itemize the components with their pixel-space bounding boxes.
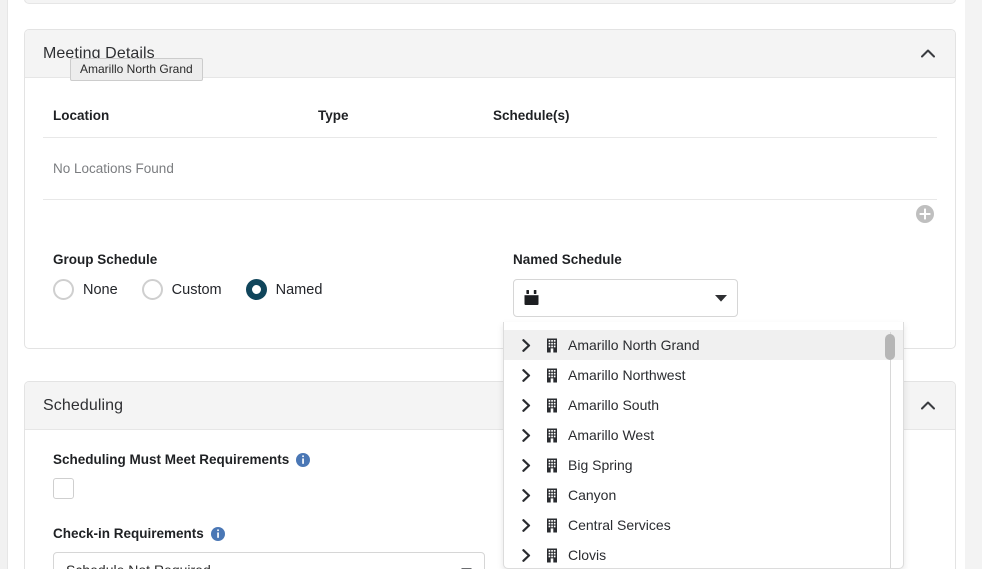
must-meet-requirements-checkbox[interactable] bbox=[53, 478, 74, 499]
dropdown-item-label: Amarillo Northwest bbox=[564, 367, 685, 383]
building-icon bbox=[540, 368, 564, 383]
radio-label-none: None bbox=[83, 282, 118, 298]
building-icon bbox=[540, 488, 564, 503]
radio-dot-named[interactable] bbox=[246, 279, 267, 300]
schedule-fields-row: Group Schedule None Custom Named bbox=[43, 252, 937, 317]
card-above-partial bbox=[24, 0, 956, 4]
caret-down-icon[interactable] bbox=[715, 294, 727, 302]
dropdown-item[interactable]: Big Spring bbox=[504, 450, 903, 480]
locations-empty-row: No Locations Found bbox=[43, 138, 937, 200]
dropdown-item-label: Canyon bbox=[564, 487, 616, 503]
chevron-right-icon[interactable] bbox=[522, 339, 540, 352]
building-icon bbox=[540, 398, 564, 413]
column-header-type: Type bbox=[318, 108, 493, 123]
dropdown-scrollbar-track[interactable] bbox=[890, 332, 891, 569]
meeting-details-body: Location Type Schedule(s) No Locations F… bbox=[25, 100, 955, 317]
dropdown-item[interactable]: Canyon bbox=[504, 480, 903, 510]
dropdown-item-label: Central Services bbox=[564, 517, 671, 533]
radio-dot-none[interactable] bbox=[53, 279, 74, 300]
building-icon bbox=[540, 458, 564, 473]
dropdown-item-label: Amarillo North Grand bbox=[564, 337, 700, 353]
column-header-schedules: Schedule(s) bbox=[493, 108, 937, 123]
dropdown-item[interactable]: Clovis bbox=[504, 540, 903, 569]
dropdown-item-label: Amarillo West bbox=[564, 427, 654, 443]
info-icon[interactable] bbox=[296, 453, 310, 467]
dropdown-item-list: Amarillo North Grand Amarillo Northwest Am… bbox=[504, 330, 903, 569]
radio-option-none[interactable]: None bbox=[53, 279, 118, 300]
chevron-right-icon[interactable] bbox=[522, 459, 540, 472]
locations-empty-message: No Locations Found bbox=[43, 161, 174, 176]
page-scrollbar-left[interactable] bbox=[0, 0, 8, 569]
dropdown-item-label: Big Spring bbox=[564, 457, 633, 473]
radio-dot-custom[interactable] bbox=[142, 279, 163, 300]
chevron-right-icon[interactable] bbox=[522, 549, 540, 562]
group-schedule-label: Group Schedule bbox=[53, 252, 513, 267]
locations-table-footer bbox=[43, 200, 937, 238]
dropdown-scrollbar-thumb[interactable] bbox=[885, 334, 895, 360]
radio-option-custom[interactable]: Custom bbox=[142, 279, 222, 300]
radio-option-named[interactable]: Named bbox=[246, 279, 323, 300]
radio-label-named: Named bbox=[276, 282, 323, 298]
dropdown-item-label: Amarillo South bbox=[564, 397, 659, 413]
chevron-up-icon bbox=[921, 49, 935, 58]
dropdown-item[interactable]: Amarillo West bbox=[504, 420, 903, 450]
named-schedule-dropdown-panel: Amarillo North Grand Amarillo Northwest Am… bbox=[503, 322, 904, 569]
chevron-right-icon[interactable] bbox=[522, 429, 540, 442]
building-icon bbox=[540, 548, 564, 563]
named-schedule-label: Named Schedule bbox=[513, 252, 738, 267]
dropdown-item[interactable]: Central Services bbox=[504, 510, 903, 540]
check-in-requirements-label: Check-in Requirements bbox=[53, 526, 204, 541]
radio-label-custom: Custom bbox=[172, 282, 222, 298]
add-location-button[interactable] bbox=[915, 204, 935, 224]
page-scrollbar-right[interactable] bbox=[965, 0, 982, 569]
chevron-right-icon[interactable] bbox=[522, 369, 540, 382]
chevron-right-icon[interactable] bbox=[522, 519, 540, 532]
meeting-details-collapse-button[interactable] bbox=[915, 41, 941, 67]
plus-circle-icon bbox=[915, 204, 935, 224]
check-in-requirements-value: Schedule Not Required bbox=[66, 562, 461, 569]
building-icon bbox=[540, 338, 564, 353]
named-schedule-select[interactable] bbox=[513, 279, 738, 317]
must-meet-requirements-label: Scheduling Must Meet Requirements bbox=[53, 452, 289, 467]
named-schedule-field: Named Schedule bbox=[513, 252, 738, 317]
group-schedule-radio-group[interactable]: None Custom Named bbox=[53, 279, 513, 300]
check-in-requirements-select[interactable]: Schedule Not Required bbox=[53, 552, 485, 569]
dropdown-item-label: Clovis bbox=[564, 547, 606, 563]
building-icon bbox=[540, 518, 564, 533]
building-icon bbox=[540, 428, 564, 443]
scheduling-collapse-button[interactable] bbox=[915, 393, 941, 419]
scheduling-title: Scheduling bbox=[43, 397, 123, 415]
chevron-right-icon[interactable] bbox=[522, 489, 540, 502]
caret-down-icon[interactable] bbox=[461, 561, 472, 569]
group-schedule-field: Group Schedule None Custom Named bbox=[53, 252, 513, 317]
chevron-up-icon bbox=[921, 401, 935, 410]
dropdown-item[interactable]: Amarillo Northwest bbox=[504, 360, 903, 390]
info-icon[interactable] bbox=[211, 527, 225, 541]
locations-table-header-row: Location Type Schedule(s) bbox=[43, 100, 937, 138]
dropdown-item[interactable]: Amarillo South bbox=[504, 390, 903, 420]
column-header-location: Location bbox=[43, 108, 318, 123]
app-page: Meeting Details Location Type Schedule(s… bbox=[0, 0, 982, 569]
location-tooltip: Amarillo North Grand bbox=[70, 58, 203, 81]
calendar-icon bbox=[524, 290, 539, 306]
locations-table: Location Type Schedule(s) No Locations F… bbox=[43, 100, 937, 238]
dropdown-item[interactable]: Amarillo North Grand bbox=[504, 330, 903, 360]
chevron-right-icon[interactable] bbox=[522, 399, 540, 412]
